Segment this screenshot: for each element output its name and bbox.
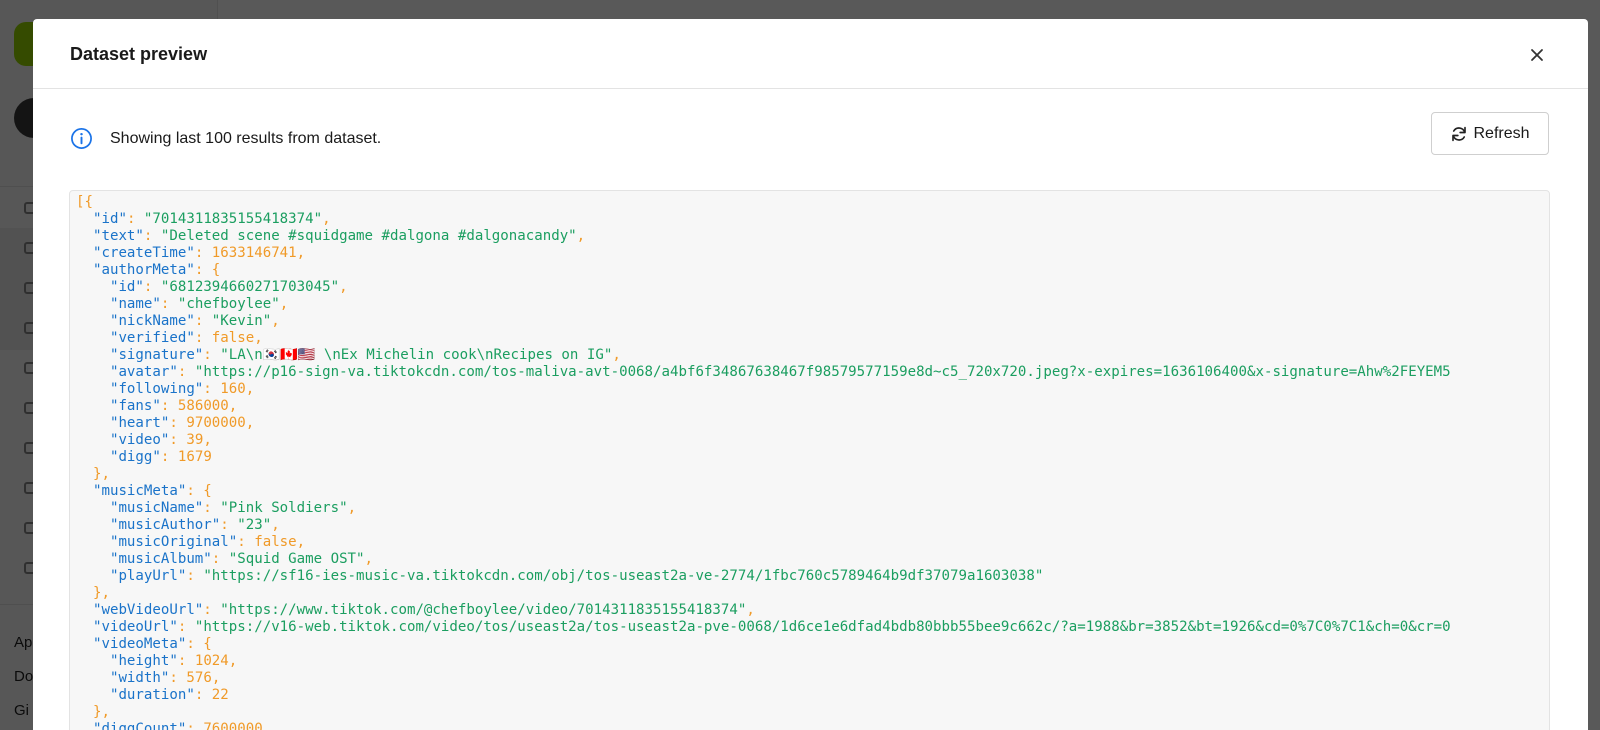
refresh-icon [1452,126,1467,141]
json-preview[interactable]: [{ "id": "7014311835155418374", "text": … [69,190,1550,730]
code-line: "name": "chefboylee", [109,296,289,312]
code-line: "height": 1024, [109,653,238,669]
code-line: "videoUrl": "https://v16-web.tiktok.com/… [92,619,1451,635]
code-line: "text": "Deleted scene #squidgame #dalgo… [92,228,586,244]
refresh-label: Refresh [1473,124,1530,142]
close-button[interactable] [1528,46,1546,64]
code-line: "signature": "LA\n🇰🇷🇨🇦🇺🇸 \nEx Michelin c… [109,347,621,363]
code-line: "webVideoUrl": "https://www.tiktok.com/@… [92,602,755,618]
code-line: "heart": 9700000, [109,415,255,431]
refresh-button[interactable]: Refresh [1431,112,1549,155]
modal-title: Dataset preview [70,44,208,64]
code-line: }, [76,585,110,601]
code-line: "authorMeta": { [92,262,221,278]
info-icon [71,128,92,149]
code-line: "diggCount": 7600000, [92,721,272,730]
code-line: "verified": false, [109,330,263,346]
code-line: "id": "7014311835155418374", [92,211,331,227]
dataset-preview-modal: Dataset preview Showing last 100 results… [33,19,1588,730]
code-line: "duration": 22 [109,687,229,703]
code-line: "digg": 1679 [109,449,212,465]
info-text: Showing last 100 results from dataset. [110,129,382,147]
code-line: }, [76,466,110,482]
code-line: "width": 576, [109,670,221,686]
code-line: }, [76,704,110,720]
code-line: "avatar": "https://p16-sign-va.tiktokcdn… [109,364,1451,380]
code-line: "video": 39, [109,432,212,448]
code-line: "musicAlbum": "Squid Game OST", [109,551,374,567]
code-line: "id": "6812394660271703045", [109,279,348,295]
code-line: "musicOriginal": false, [109,534,306,550]
code-line: "nickName": "Kevin", [109,313,280,329]
info-banner: Showing last 100 results from dataset. [70,127,381,150]
code-line: "fans": 586000, [109,398,238,414]
code-line: "videoMeta": { [92,636,212,652]
modal-header: Dataset preview [33,19,1588,89]
code-line: "createTime": 1633146741, [92,245,306,261]
code-line: "musicAuthor": "23", [109,517,280,533]
close-icon [1531,49,1543,61]
code-line: "musicMeta": { [92,483,212,499]
code-line: "musicName": "Pink Soldiers", [109,500,357,516]
code-line: [{ [76,194,93,210]
code-line: "following": 160, [109,381,255,397]
code-line: "playUrl": "https://sf16-ies-music-va.ti… [109,568,1044,584]
